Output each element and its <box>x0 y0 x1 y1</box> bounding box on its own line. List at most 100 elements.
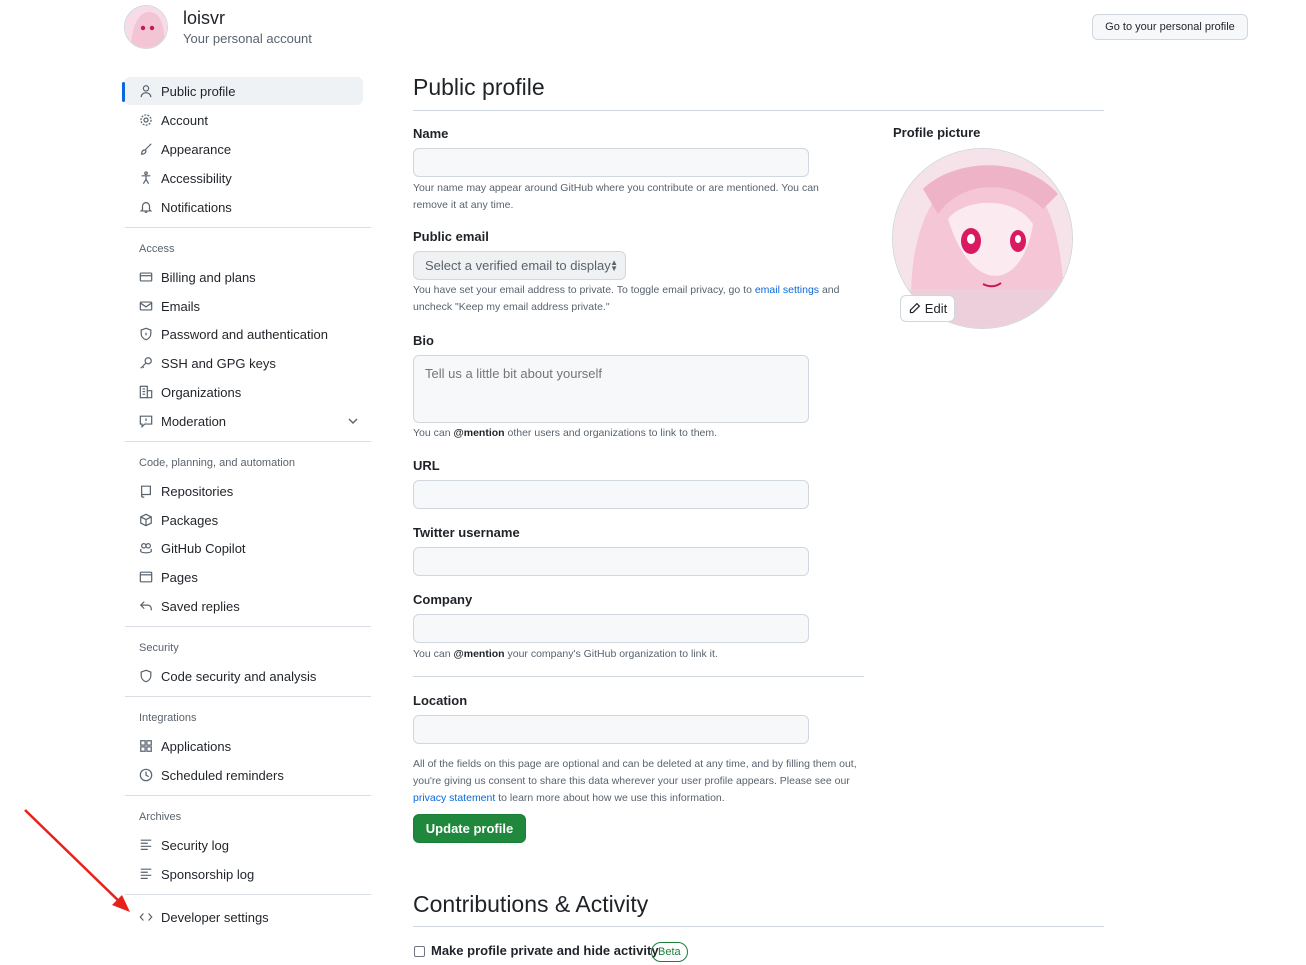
update-profile-button[interactable]: Update profile <box>413 814 526 843</box>
sidebar-item-developer-settings[interactable]: Developer settings <box>124 903 363 931</box>
section-divider <box>413 676 864 677</box>
sidebar-item-label: Notifications <box>161 199 232 215</box>
sidebar-divider <box>125 626 371 627</box>
sidebar-item-notifications[interactable]: Notifications <box>124 193 363 221</box>
sidebar-item-appearance[interactable]: Appearance <box>124 135 363 163</box>
sidebar-item-label: Saved replies <box>161 598 240 614</box>
sidebar-item-copilot[interactable]: GitHub Copilot <box>124 534 363 562</box>
sidebar-divider <box>125 894 371 895</box>
sidebar-item-saved-replies[interactable]: Saved replies <box>124 592 363 620</box>
location-label: Location <box>413 693 468 708</box>
company-note-text-2: your company's GitHub organization to li… <box>507 648 718 660</box>
twitter-username-field[interactable] <box>413 547 809 576</box>
sidebar-item-organizations[interactable]: Organizations <box>124 378 363 406</box>
sidebar-item-label: Packages <box>161 512 219 528</box>
log-icon <box>138 837 154 853</box>
sidebar-divider <box>125 696 371 697</box>
active-indicator <box>122 82 125 102</box>
public-email-label: Public email <box>413 229 489 244</box>
sidebar-heading-access: Access <box>139 243 175 255</box>
sidebar-item-label: Repositories <box>161 483 234 499</box>
sidebar-item-label: Code security and analysis <box>161 668 317 684</box>
go-to-profile-button[interactable]: Go to your personal profile <box>1092 14 1248 40</box>
clock-icon <box>138 767 154 783</box>
account-subtitle: Your personal account <box>183 31 312 46</box>
contributions-title: Contributions & Activity <box>413 891 649 917</box>
private-profile-label[interactable]: Make profile private and hide activity <box>431 943 659 958</box>
url-label: URL <box>413 458 440 473</box>
sidebar-item-emails[interactable]: Emails <box>124 292 363 320</box>
browser-icon <box>138 569 154 585</box>
sidebar-item-label: Pages <box>161 569 198 585</box>
privacy-note-text: All of the fields on this page are optio… <box>413 758 857 787</box>
name-field[interactable] <box>413 148 809 177</box>
public-email-select[interactable]: Select a verified email to display ▲ ▼ <box>413 251 626 280</box>
bio-textarea[interactable] <box>413 355 809 423</box>
url-field[interactable] <box>413 480 809 509</box>
bio-note: You can @mention other users and organiz… <box>413 425 843 442</box>
sidebar-item-label: Moderation <box>161 413 227 429</box>
annotation-arrow-icon <box>24 809 130 912</box>
company-note-text: You can <box>413 648 451 660</box>
edit-picture-button[interactable]: Edit <box>900 295 955 322</box>
company-label: Company <box>413 592 473 607</box>
email-note: You have set your email address to priva… <box>413 282 863 316</box>
privacy-note-text-2: to learn more about how we use this info… <box>498 792 725 804</box>
sidebar-item-label: Applications <box>161 738 232 754</box>
company-field[interactable] <box>413 614 809 643</box>
sidebar-item-ssh-keys[interactable]: SSH and GPG keys <box>124 349 363 377</box>
email-settings-link[interactable]: email settings <box>755 284 819 296</box>
sidebar-divider <box>125 795 371 796</box>
apps-icon <box>138 738 154 754</box>
mention-text: @mention <box>453 648 505 660</box>
privacy-statement-link[interactable]: privacy statement <box>413 792 495 804</box>
sidebar-item-repositories[interactable]: Repositories <box>124 477 363 505</box>
paintbrush-icon <box>138 141 154 157</box>
sidebar-item-label: Scheduled reminders <box>161 767 284 783</box>
sidebar-item-public-profile[interactable]: Public profile <box>122 77 363 105</box>
sidebar-item-packages[interactable]: Packages <box>124 506 363 534</box>
public-email-select-value: Select a verified email to display <box>425 258 611 273</box>
sidebar-item-label: Sponsorship log <box>161 866 255 882</box>
sidebar-item-billing[interactable]: Billing and plans <box>124 263 363 291</box>
sidebar-divider <box>125 441 371 442</box>
account-username: loisvr <box>183 8 226 28</box>
sidebar-item-applications[interactable]: Applications <box>124 732 363 760</box>
beta-badge: Beta <box>651 942 688 962</box>
sidebar-item-scheduled-reminders[interactable]: Scheduled reminders <box>124 761 363 789</box>
sidebar-item-pages[interactable]: Pages <box>124 563 363 591</box>
sidebar-item-account[interactable]: Account <box>124 106 363 134</box>
email-note-text: You have set your email address to priva… <box>413 284 752 296</box>
sidebar-item-moderation[interactable]: Moderation <box>124 407 363 435</box>
copilot-icon <box>138 540 154 556</box>
gear-icon <box>138 112 154 128</box>
avatar[interactable] <box>124 5 168 49</box>
edit-label: Edit <box>924 301 948 316</box>
sidebar-item-label: Appearance <box>161 141 232 157</box>
privacy-note: All of the fields on this page are optio… <box>413 756 863 807</box>
name-note: Your name may appear around GitHub where… <box>413 182 819 211</box>
sidebar-item-label: Billing and plans <box>161 269 256 285</box>
sidebar-heading-integrations: Integrations <box>139 712 197 724</box>
sidebar-item-password[interactable]: Password and authentication <box>124 320 363 348</box>
sidebar-item-label: Password and authentication <box>161 326 328 342</box>
twitter-label: Twitter username <box>413 525 520 540</box>
contributions-divider <box>413 926 1104 927</box>
bio-label: Bio <box>413 333 434 348</box>
sidebar-item-sponsorship-log[interactable]: Sponsorship log <box>124 860 363 888</box>
credit-card-icon <box>138 269 154 285</box>
private-profile-checkbox[interactable] <box>414 946 425 957</box>
sidebar-item-accessibility[interactable]: Accessibility <box>124 164 363 192</box>
sidebar-heading-security: Security <box>139 642 179 654</box>
mention-text: @mention <box>453 427 505 439</box>
bell-icon <box>138 199 154 215</box>
report-icon <box>138 413 154 429</box>
pencil-icon <box>909 302 921 314</box>
package-icon <box>138 512 154 528</box>
name-label: Name <box>413 126 449 141</box>
sidebar-item-code-security[interactable]: Code security and analysis <box>124 662 363 690</box>
sidebar-item-security-log[interactable]: Security log <box>124 831 363 859</box>
location-field[interactable] <box>413 715 809 744</box>
sidebar-divider <box>125 227 371 228</box>
chevron-down-icon[interactable] <box>347 415 359 427</box>
